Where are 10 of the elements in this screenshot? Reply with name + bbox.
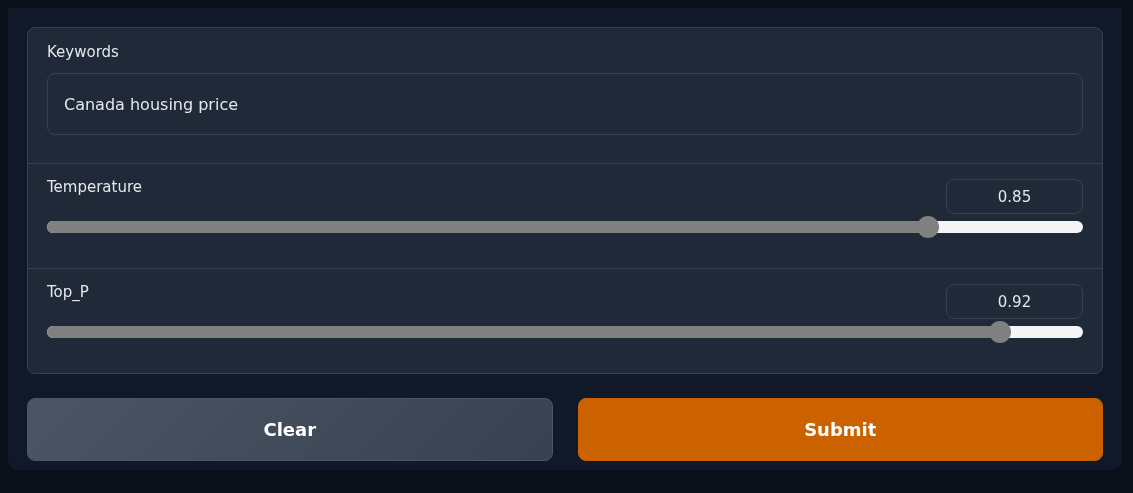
keywords-field[interactable]: Canada housing price <box>47 73 1083 135</box>
clear-button[interactable]: Clear <box>27 398 553 461</box>
slider-thumb[interactable] <box>989 321 1012 343</box>
field-label: Keywords <box>47 43 119 61</box>
number-field[interactable]: 0.92 <box>946 284 1083 319</box>
submit-button[interactable]: Submit <box>577 398 1103 461</box>
slider-label: Top_P <box>47 283 89 301</box>
slider-thumb[interactable] <box>916 216 939 238</box>
number-field[interactable]: 0.85 <box>946 179 1083 214</box>
slider-label: Temperature <box>47 178 143 196</box>
